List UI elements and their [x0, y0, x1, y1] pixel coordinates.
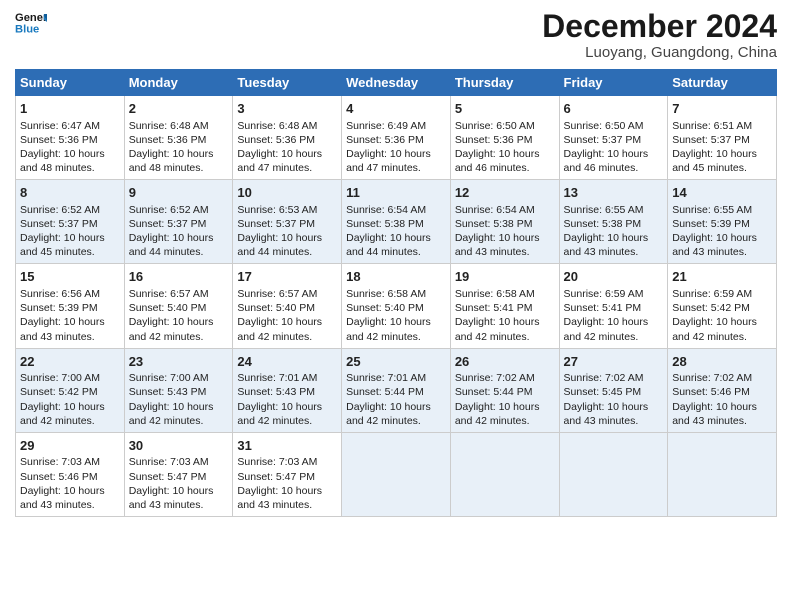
calendar-cell: 6Sunrise: 6:50 AMSunset: 5:37 PMDaylight…: [559, 96, 668, 180]
calendar-cell: [450, 432, 559, 516]
header: General Blue December 2024 Luoyang, Guan…: [15, 10, 777, 61]
logo: General Blue: [15, 10, 47, 38]
calendar-cell: 11Sunrise: 6:54 AMSunset: 5:38 PMDayligh…: [342, 180, 451, 264]
calendar-cell: 28Sunrise: 7:02 AMSunset: 5:46 PMDayligh…: [668, 348, 777, 432]
calendar-cell: 2Sunrise: 6:48 AMSunset: 5:36 PMDaylight…: [124, 96, 233, 180]
day-number: 6: [564, 100, 664, 118]
calendar-cell: 10Sunrise: 6:53 AMSunset: 5:37 PMDayligh…: [233, 180, 342, 264]
calendar-cell: 27Sunrise: 7:02 AMSunset: 5:45 PMDayligh…: [559, 348, 668, 432]
day-number: 25: [346, 353, 446, 371]
calendar-week-5: 29Sunrise: 7:03 AMSunset: 5:46 PMDayligh…: [16, 432, 777, 516]
col-sunday: Sunday: [16, 70, 125, 96]
day-number: 19: [455, 268, 555, 286]
calendar-cell: [559, 432, 668, 516]
calendar-cell: 3Sunrise: 6:48 AMSunset: 5:36 PMDaylight…: [233, 96, 342, 180]
calendar-cell: 16Sunrise: 6:57 AMSunset: 5:40 PMDayligh…: [124, 264, 233, 348]
calendar-cell: 30Sunrise: 7:03 AMSunset: 5:47 PMDayligh…: [124, 432, 233, 516]
day-number: 31: [237, 437, 337, 455]
day-number: 3: [237, 100, 337, 118]
calendar-cell: 4Sunrise: 6:49 AMSunset: 5:36 PMDaylight…: [342, 96, 451, 180]
day-number: 11: [346, 184, 446, 202]
calendar-cell: 25Sunrise: 7:01 AMSunset: 5:44 PMDayligh…: [342, 348, 451, 432]
calendar-cell: 13Sunrise: 6:55 AMSunset: 5:38 PMDayligh…: [559, 180, 668, 264]
calendar-cell: 5Sunrise: 6:50 AMSunset: 5:36 PMDaylight…: [450, 96, 559, 180]
col-thursday: Thursday: [450, 70, 559, 96]
calendar-cell: 15Sunrise: 6:56 AMSunset: 5:39 PMDayligh…: [16, 264, 125, 348]
calendar-cell: 14Sunrise: 6:55 AMSunset: 5:39 PMDayligh…: [668, 180, 777, 264]
day-number: 21: [672, 268, 772, 286]
calendar-week-3: 15Sunrise: 6:56 AMSunset: 5:39 PMDayligh…: [16, 264, 777, 348]
day-number: 7: [672, 100, 772, 118]
day-number: 10: [237, 184, 337, 202]
day-number: 8: [20, 184, 120, 202]
day-number: 26: [455, 353, 555, 371]
day-number: 4: [346, 100, 446, 118]
day-number: 20: [564, 268, 664, 286]
day-number: 29: [20, 437, 120, 455]
calendar-cell: 24Sunrise: 7:01 AMSunset: 5:43 PMDayligh…: [233, 348, 342, 432]
calendar-cell: 31Sunrise: 7:03 AMSunset: 5:47 PMDayligh…: [233, 432, 342, 516]
col-tuesday: Tuesday: [233, 70, 342, 96]
calendar-cell: 12Sunrise: 6:54 AMSunset: 5:38 PMDayligh…: [450, 180, 559, 264]
day-number: 5: [455, 100, 555, 118]
calendar-cell: 26Sunrise: 7:02 AMSunset: 5:44 PMDayligh…: [450, 348, 559, 432]
svg-text:General: General: [15, 12, 47, 24]
calendar-cell: 7Sunrise: 6:51 AMSunset: 5:37 PMDaylight…: [668, 96, 777, 180]
day-number: 14: [672, 184, 772, 202]
calendar-week-2: 8Sunrise: 6:52 AMSunset: 5:37 PMDaylight…: [16, 180, 777, 264]
calendar-week-1: 1Sunrise: 6:47 AMSunset: 5:36 PMDaylight…: [16, 96, 777, 180]
calendar-cell: 20Sunrise: 6:59 AMSunset: 5:41 PMDayligh…: [559, 264, 668, 348]
calendar-cell: 22Sunrise: 7:00 AMSunset: 5:42 PMDayligh…: [16, 348, 125, 432]
calendar-cell: 1Sunrise: 6:47 AMSunset: 5:36 PMDaylight…: [16, 96, 125, 180]
col-saturday: Saturday: [668, 70, 777, 96]
calendar-week-4: 22Sunrise: 7:00 AMSunset: 5:42 PMDayligh…: [16, 348, 777, 432]
calendar-cell: 23Sunrise: 7:00 AMSunset: 5:43 PMDayligh…: [124, 348, 233, 432]
header-row: Sunday Monday Tuesday Wednesday Thursday…: [16, 70, 777, 96]
month-title: December 2024: [542, 10, 777, 42]
col-monday: Monday: [124, 70, 233, 96]
title-block: December 2024 Luoyang, Guangdong, China: [542, 10, 777, 61]
calendar-cell: 17Sunrise: 6:57 AMSunset: 5:40 PMDayligh…: [233, 264, 342, 348]
svg-text:Blue: Blue: [15, 23, 39, 35]
calendar-cell: [342, 432, 451, 516]
day-number: 2: [129, 100, 229, 118]
day-number: 27: [564, 353, 664, 371]
logo-icon: General Blue: [15, 10, 47, 38]
day-number: 9: [129, 184, 229, 202]
col-wednesday: Wednesday: [342, 70, 451, 96]
calendar-cell: 19Sunrise: 6:58 AMSunset: 5:41 PMDayligh…: [450, 264, 559, 348]
main-container: General Blue December 2024 Luoyang, Guan…: [0, 0, 792, 612]
day-number: 15: [20, 268, 120, 286]
day-number: 24: [237, 353, 337, 371]
calendar-cell: 8Sunrise: 6:52 AMSunset: 5:37 PMDaylight…: [16, 180, 125, 264]
day-number: 1: [20, 100, 120, 118]
day-number: 12: [455, 184, 555, 202]
day-number: 22: [20, 353, 120, 371]
day-number: 30: [129, 437, 229, 455]
day-number: 23: [129, 353, 229, 371]
calendar-cell: 21Sunrise: 6:59 AMSunset: 5:42 PMDayligh…: [668, 264, 777, 348]
day-number: 18: [346, 268, 446, 286]
day-number: 16: [129, 268, 229, 286]
day-number: 13: [564, 184, 664, 202]
calendar-cell: 29Sunrise: 7:03 AMSunset: 5:46 PMDayligh…: [16, 432, 125, 516]
calendar-cell: [668, 432, 777, 516]
location: Luoyang, Guangdong, China: [542, 44, 777, 61]
calendar-cell: 9Sunrise: 6:52 AMSunset: 5:37 PMDaylight…: [124, 180, 233, 264]
col-friday: Friday: [559, 70, 668, 96]
calendar-table: Sunday Monday Tuesday Wednesday Thursday…: [15, 69, 777, 517]
day-number: 17: [237, 268, 337, 286]
calendar-cell: 18Sunrise: 6:58 AMSunset: 5:40 PMDayligh…: [342, 264, 451, 348]
day-number: 28: [672, 353, 772, 371]
